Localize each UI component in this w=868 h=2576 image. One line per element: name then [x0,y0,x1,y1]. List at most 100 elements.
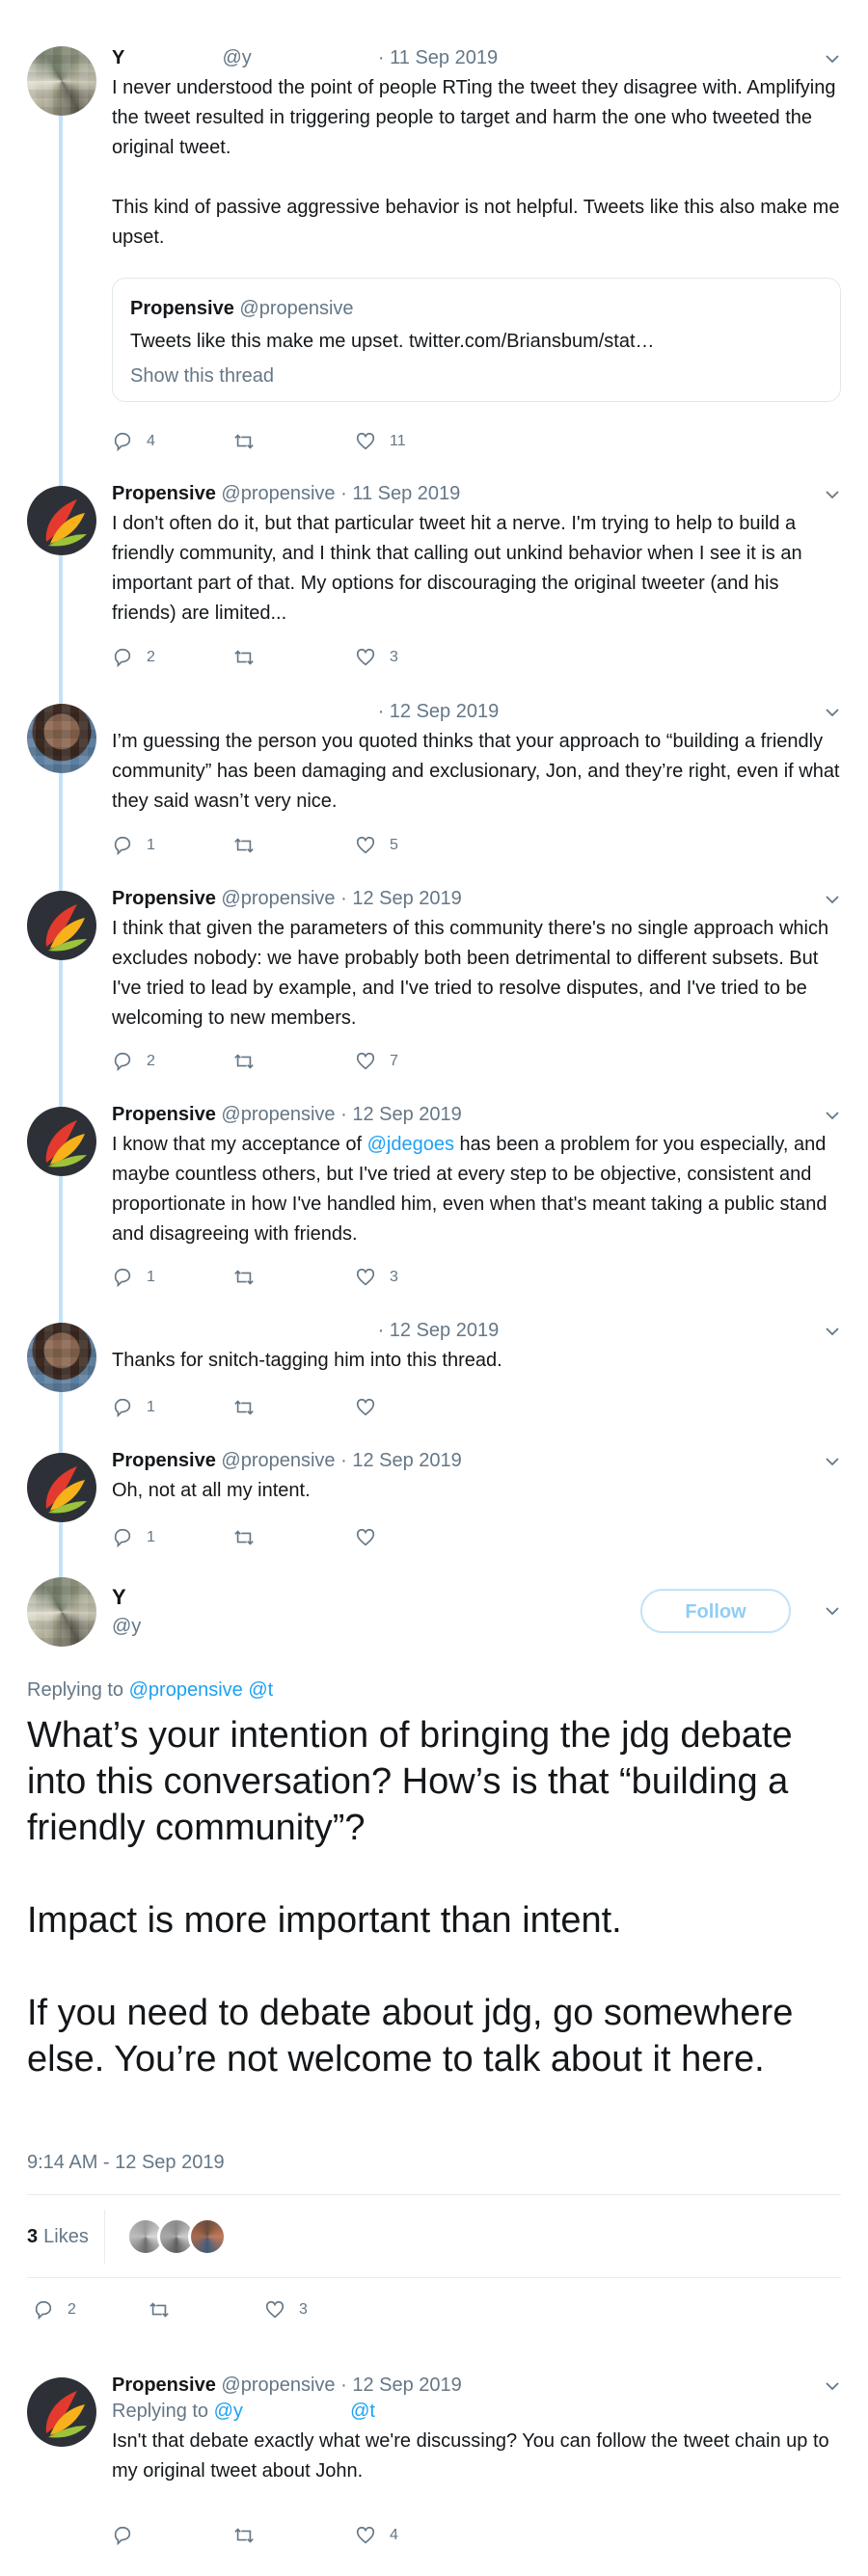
chevron-down-icon[interactable] [826,1604,839,1618]
mention-link[interactable]: @t [350,2401,375,2422]
avatar[interactable] [187,2217,227,2256]
chevron-down-icon[interactable] [826,488,839,501]
avatar[interactable] [27,1453,96,1522]
retweet-button[interactable] [233,1527,355,1548]
avatar[interactable] [27,891,96,960]
like-button[interactable]: 3 [355,647,476,668]
handle[interactable]: @propensive [221,888,335,909]
tweet-date[interactable]: · 12 Sep 2019 [340,888,462,909]
display-name[interactable]: Propensive [112,888,216,909]
handle[interactable]: @y [112,1616,141,1638]
divider [27,2194,841,2195]
chevron-down-icon[interactable] [826,2379,839,2393]
tweet-header: Propensive @propensive · 12 Sep 2019 [112,2374,841,2397]
avatar[interactable] [27,46,96,116]
tweet-date[interactable]: · 11 Sep 2019 [378,47,498,68]
avatar[interactable] [27,486,96,555]
reply-button[interactable]: 1 [112,1397,233,1418]
quoted-tweet[interactable]: Propensive @propensive Tweets like this … [112,278,841,402]
tweet-actions: 1 5 [112,832,476,859]
retweet-button[interactable] [233,1267,355,1288]
display-name[interactable]: Propensive [112,2375,216,2396]
retweet-button[interactable] [149,2299,264,2321]
reply-button[interactable]: 1 [112,1527,233,1548]
retweet-button[interactable] [233,1051,355,1072]
handle[interactable]: @y [222,47,251,68]
likes-summary[interactable]: 3 Likes [27,2210,227,2264]
handle[interactable]: @propensive [221,2375,335,2396]
reply-count: 1 [147,1529,155,1545]
like-button[interactable]: 11 [355,431,476,452]
display-name[interactable]: Y [112,47,124,68]
tweet-date[interactable]: · 11 Sep 2019 [340,483,460,504]
quote-text: Tweets like this make me upset. twitter.… [130,331,655,352]
retweet-button[interactable] [233,1397,355,1418]
reply-button[interactable]: 2 [112,1051,233,1072]
mention-link[interactable]: @propensive [129,1679,243,1701]
like-button[interactable] [355,1527,476,1548]
handle[interactable]: @propensive [221,1450,335,1471]
avatar[interactable] [27,1323,96,1392]
chevron-down-icon[interactable] [826,1325,839,1338]
reply-button[interactable] [112,2525,233,2546]
replying-to-label: Replying to [27,1679,124,1701]
tweet-date[interactable]: · 12 Sep 2019 [340,1450,462,1471]
tweet[interactable]: · 12 Sep 2019 Thanks for snitch-tagging … [0,1319,868,1392]
avatar[interactable] [27,704,96,773]
tweet-date[interactable]: · 12 Sep 2019 [340,2375,462,2396]
like-button[interactable]: 5 [355,835,476,856]
mention-link[interactable]: @jdegoes [367,1134,454,1155]
handle[interactable]: @propensive [221,1104,335,1125]
reply-button[interactable]: 4 [112,431,233,452]
retweet-icon [234,1270,254,1285]
tweet[interactable]: Propensive @propensive · 12 Sep 2019 Rep… [0,2374,868,2486]
avatar[interactable] [27,1107,96,1176]
retweet-button[interactable] [233,647,355,668]
reply-count: 2 [147,1053,155,1069]
show-thread-link[interactable]: Show this thread [130,365,823,388]
tweet-header: · 12 Sep 2019 [112,1319,841,1342]
mention-link[interactable]: @y [214,2401,243,2422]
reply-button[interactable]: 2 [33,2299,149,2321]
tweet-timestamp[interactable]: 9:14 AM - 12 Sep 2019 [27,2152,225,2174]
tweet-date[interactable]: · 12 Sep 2019 [340,1104,462,1125]
tweet-date[interactable]: · 12 Sep 2019 [378,1320,500,1341]
reply-button[interactable]: 1 [112,1267,233,1288]
tweet-header: Propensive @propensive · 12 Sep 2019 [112,1103,841,1126]
display-name[interactable]: Propensive [112,483,216,504]
reply-button[interactable]: 1 [112,835,233,856]
tweet[interactable]: Propensive @propensive · 12 Sep 2019 Oh,… [0,1449,868,1522]
tweet[interactable]: Y @y · 11 Sep 2019 I never understood th… [0,46,868,402]
retweet-icon [234,1400,254,1415]
avatar[interactable] [27,2377,96,2447]
chevron-down-icon[interactable] [826,893,839,906]
like-button[interactable]: 4 [355,2525,476,2546]
retweet-button[interactable] [233,2525,355,2546]
chevron-down-icon[interactable] [826,1455,839,1468]
tweet[interactable]: Propensive @propensive · 12 Sep 2019 I t… [0,887,868,1033]
display-name[interactable]: Propensive [112,1104,216,1125]
follow-button[interactable]: Follow [640,1589,791,1633]
reply-icon [114,836,131,856]
reply-button[interactable]: 2 [112,647,233,668]
chevron-down-icon[interactable] [826,52,839,66]
tweet-date[interactable]: · 12 Sep 2019 [378,701,500,722]
retweet-button[interactable] [233,835,355,856]
like-button[interactable]: 3 [355,1267,476,1288]
reply-icon [114,1398,131,1418]
display-name[interactable]: Propensive [112,1450,216,1471]
display-name[interactable]: Y [112,1585,126,1610]
tweet[interactable]: Propensive @propensive · 12 Sep 2019 I k… [0,1103,868,1249]
like-button[interactable] [355,1397,476,1418]
handle[interactable]: @propensive [221,483,335,504]
tweet-actions: 1 [112,1394,476,1421]
mention-link[interactable]: @t [248,1679,273,1701]
retweet-button[interactable] [233,431,355,452]
chevron-down-icon[interactable] [826,706,839,719]
like-button[interactable]: 3 [264,2299,380,2321]
chevron-down-icon[interactable] [826,1109,839,1122]
avatar[interactable] [27,1577,96,1647]
tweet[interactable]: Propensive @propensive · 11 Sep 2019 I d… [0,482,868,629]
like-button[interactable]: 7 [355,1051,476,1072]
tweet[interactable]: · 12 Sep 2019 I’m guessing the person yo… [0,700,868,817]
